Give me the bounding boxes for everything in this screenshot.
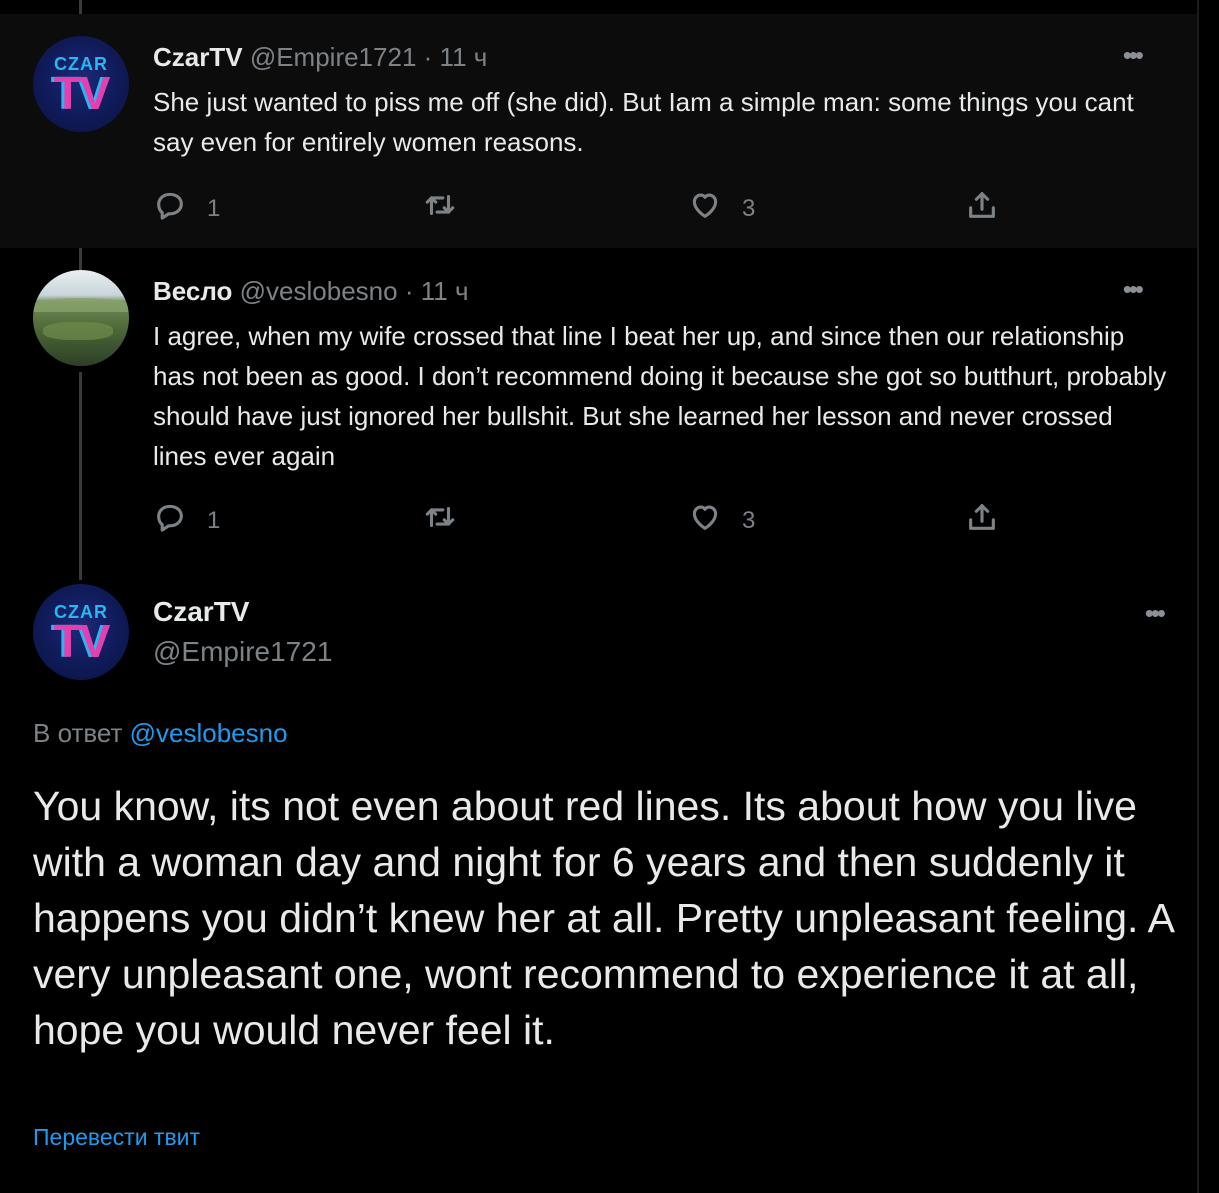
tweet[interactable]: CZAR TV CzarTV @Empire1721 · 11 ч ••• Sh… [0,14,1197,248]
retweet-button[interactable] [423,188,477,229]
like-button[interactable]: 3 [688,188,755,229]
reply-count: 1 [207,506,221,534]
avatar-landscape [33,298,129,312]
translate-tweet-link[interactable]: Перевести твит [33,1124,200,1151]
more-dots-icon[interactable]: ••• [1123,274,1144,305]
separator-dot: · [404,276,414,306]
reply-prefix: В ответ [33,718,123,748]
timestamp[interactable]: 11 ч [421,276,469,306]
user-handle[interactable]: @Empire1721 [153,636,332,668]
reply-to-link[interactable]: @veslobesno [130,718,288,748]
separator-dot: · [423,42,433,72]
share-upload-icon [965,188,999,229]
heart-icon [688,500,722,541]
tweet-header: CzarTV @Empire1721 · 11 ч [153,42,487,73]
share-button[interactable] [965,500,999,541]
timestamp[interactable]: 11 ч [440,42,488,72]
column-border [1197,0,1199,1193]
tweet-header: Весло @veslobesno · 11 ч [153,276,469,307]
share-upload-icon [965,500,999,541]
reply-button[interactable]: 1 [153,188,220,229]
retweet-button[interactable] [423,500,477,541]
reply-bubble-icon [153,188,187,229]
retweet-icon [423,188,457,229]
main-tweet-text: You know, its not even about red lines. … [33,783,1173,1053]
tweet-actions: 1 3 [153,500,1013,540]
avatar-landscape [43,322,113,340]
more-dots-icon[interactable]: ••• [1145,598,1166,629]
tweet-text: I agree, when my wife crossed that line … [153,321,1167,471]
avatar[interactable]: CZAR TV [33,584,129,680]
user-handle[interactable]: @Empire1721 [250,42,417,72]
more-dots-icon[interactable]: ••• [1123,40,1144,71]
tweet-text: She just wanted to piss me off (she did)… [153,87,1134,157]
user-handle[interactable]: @veslobesno [240,276,398,306]
avatar-logo-text: TV [53,67,111,119]
avatar[interactable] [33,270,129,366]
like-count: 3 [742,194,756,222]
display-name[interactable]: CzarTV [153,42,243,72]
reply-button[interactable]: 1 [153,500,220,541]
share-button[interactable] [965,188,999,229]
display-name[interactable]: Весло [153,276,232,306]
heart-icon [688,188,722,229]
like-button[interactable]: 3 [688,500,755,541]
reply-count: 1 [207,194,221,222]
avatar[interactable]: CZAR TV [33,36,129,132]
retweet-icon [423,500,457,541]
tweet-actions: 1 3 [153,188,1013,228]
reply-bubble-icon [153,500,187,541]
avatar-logo-text: TV [53,615,111,667]
display-name[interactable]: CzarTV [153,596,249,628]
like-count: 3 [742,506,756,534]
tweet[interactable]: Весло @veslobesno · 11 ч ••• I agree, wh… [0,248,1197,578]
reply-context: В ответ @veslobesno [33,718,288,749]
